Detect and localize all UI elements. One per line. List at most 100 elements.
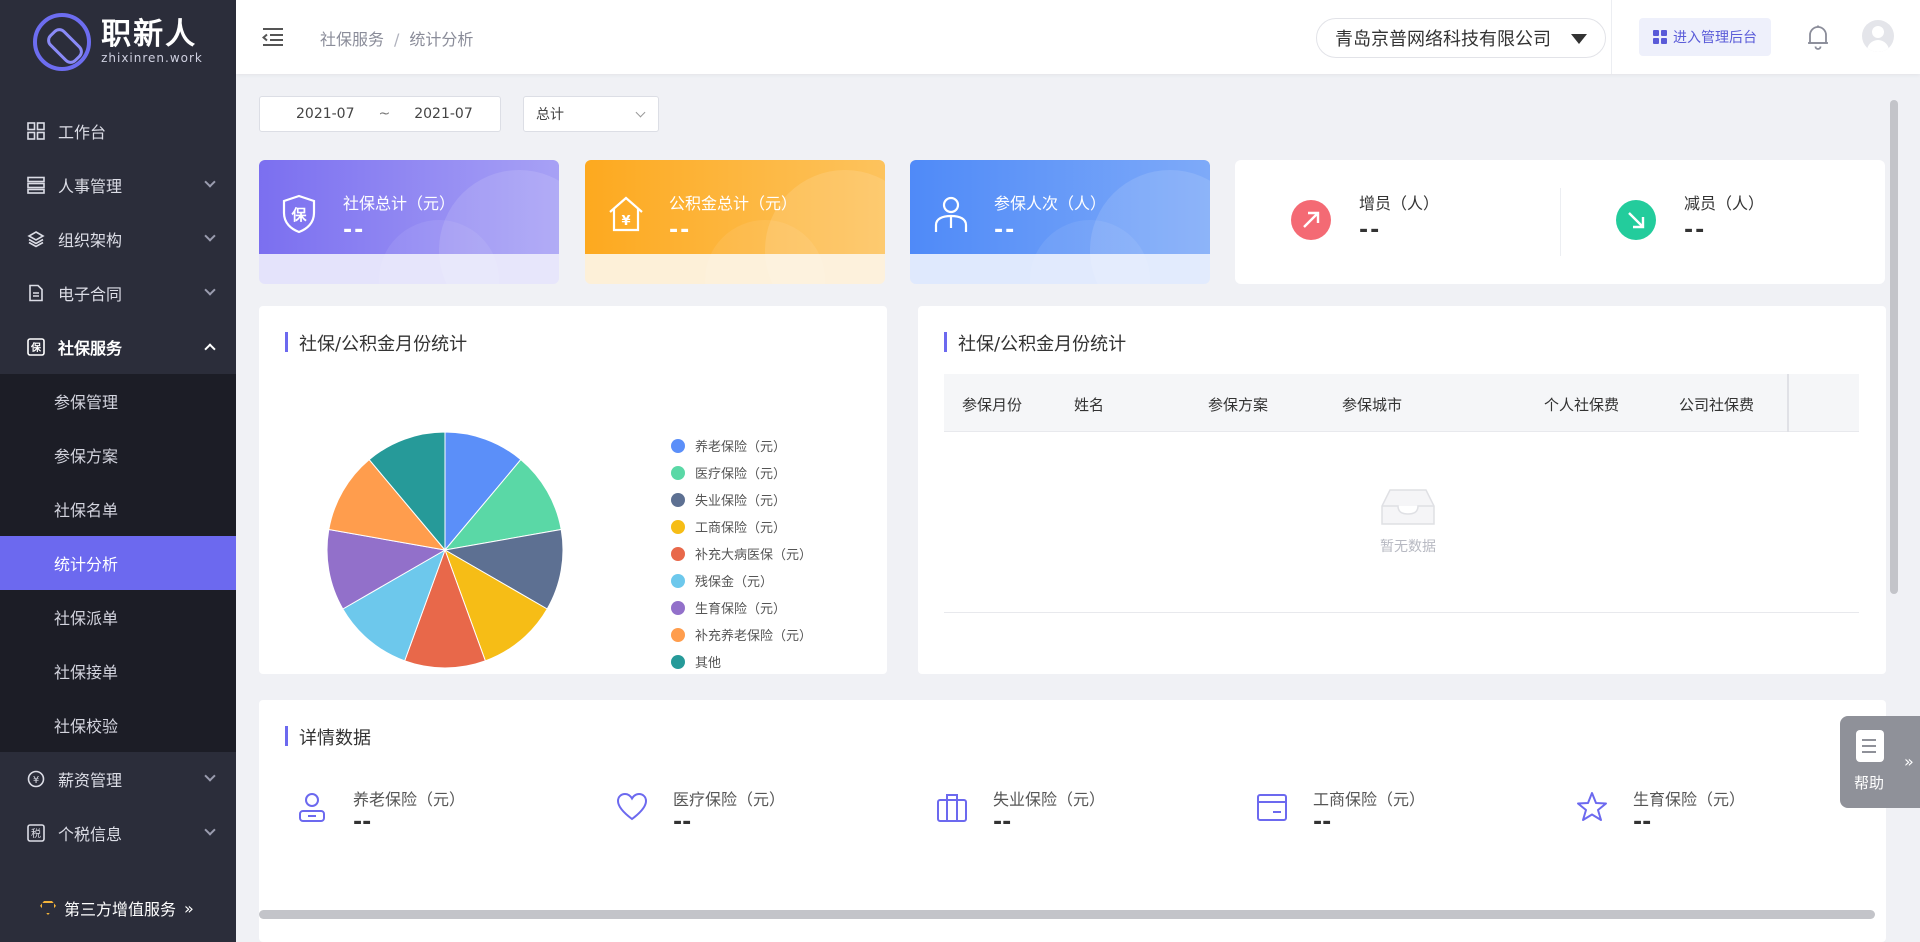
card-label: 社保总计（元） [343, 194, 456, 213]
legend-dot [671, 438, 685, 453]
chevron-down-icon [204, 284, 216, 296]
sidebar-menu: 工作台 人事管理 组织架构 电子合同 保 社保服务 参保管理 参保方案 社保名单… [0, 104, 236, 860]
document-icon [26, 283, 46, 303]
sidebar-item-organization[interactable]: 组织架构 [0, 212, 236, 266]
main-content: 2021-07 ~ 2021-07 总计 保 社保总计（元） -- ¥ 公积金总… [236, 74, 1920, 942]
submenu-item-verify[interactable]: 社保校验 [0, 698, 236, 752]
panel-title: 详情数据 [285, 724, 371, 750]
increase-section: 增员（人） -- [1235, 160, 1560, 284]
legend-item[interactable]: 养老保险（元） [671, 432, 812, 459]
menu-fold-icon[interactable] [261, 27, 284, 47]
svg-text:¥: ¥ [33, 775, 39, 786]
svg-text:保: 保 [290, 206, 307, 224]
select-value: 总计 [536, 107, 564, 123]
sidebar-item-personnel[interactable]: 人事管理 [0, 158, 236, 212]
submenu-item-plans[interactable]: 参保方案 [0, 428, 236, 482]
legend-item[interactable]: 补充养老保险（元） [671, 621, 812, 648]
legend-label: 生育保险（元） [695, 602, 787, 617]
svg-text:税: 税 [31, 827, 41, 840]
help-button[interactable]: 帮助 » [1840, 716, 1920, 808]
third-party-label: 第三方增值服务 [64, 900, 177, 919]
header-divider [1611, 0, 1612, 74]
chevron-down-icon [204, 230, 216, 242]
date-separator: ~ [378, 106, 391, 122]
panel-title: 社保/公积金月份统计 [944, 330, 1126, 356]
avatar[interactable] [1862, 20, 1894, 52]
breadcrumb-item[interactable]: 社保服务 [320, 30, 384, 49]
legend-label: 失业保险（元） [695, 494, 787, 509]
sidebar-item-label: 电子合同 [58, 285, 123, 304]
chevron-down-icon [204, 824, 216, 836]
card-value: -- [994, 218, 1017, 243]
sidebar-item-social-security[interactable]: 保 社保服务 [0, 320, 236, 374]
horizontal-scrollbar[interactable] [259, 910, 1875, 919]
legend-label: 补充大病医保（元） [695, 548, 813, 563]
summary-select[interactable]: 总计 [523, 96, 659, 132]
legend-item[interactable]: 工商保险（元） [671, 513, 812, 540]
column-header[interactable]: 公司社保费 [1679, 394, 1754, 415]
column-header[interactable]: 个人社保费 [1544, 394, 1619, 415]
sidebar-item-dashboard[interactable]: 工作台 [0, 104, 236, 158]
sidebar-item-label: 个税信息 [58, 825, 123, 844]
svg-text:保: 保 [30, 341, 42, 354]
column-header[interactable]: 参保城市 [1342, 394, 1402, 415]
sidebar-item-contract[interactable]: 电子合同 [0, 266, 236, 320]
sidebar-item-salary[interactable]: ¥ 薪资管理 [0, 752, 236, 806]
detail-value: -- [993, 810, 1012, 835]
logo-cn: 职新人 [101, 17, 198, 52]
headcount-change-card: 增员（人） -- 减员（人） -- [1235, 160, 1885, 284]
top-header: 社保服务 / 统计分析 青岛京普网络科技有限公司 进入管理后台 [236, 0, 1920, 74]
layers-icon [26, 229, 46, 249]
detail-label: 养老保险（元） [353, 790, 466, 809]
logo[interactable]: 职新人 zhixinren.work [0, 0, 236, 84]
detail-value: -- [1633, 810, 1652, 835]
monthly-stats-table-panel: 社保/公积金月份统计 参保月份 姓名 参保方案 参保城市 个人社保费 公司社保费… [918, 306, 1886, 674]
column-header[interactable]: 参保方案 [1208, 394, 1268, 415]
company-select[interactable]: 青岛京普网络科技有限公司 [1316, 18, 1606, 58]
card-icon [1255, 790, 1289, 824]
submenu-item-dispatch[interactable]: 社保派单 [0, 590, 236, 644]
detail-value: -- [1313, 810, 1332, 835]
legend-item[interactable]: 医疗保险（元） [671, 459, 812, 486]
legend-dot [671, 519, 685, 534]
column-header[interactable]: 姓名 [1074, 394, 1104, 415]
company-name: 青岛京普网络科技有限公司 [1335, 29, 1551, 50]
legend-item[interactable]: 失业保险（元） [671, 486, 812, 513]
sidebar-item-tax[interactable]: 税 个税信息 [0, 806, 236, 860]
table-bottom-border [944, 612, 1859, 613]
sidebar-item-label: 薪资管理 [58, 771, 123, 790]
social-security-icon: 保 [26, 337, 46, 357]
arrow-down-right-icon [1616, 200, 1656, 240]
legend-dot [671, 600, 685, 615]
submenu-item-enrollment[interactable]: 参保管理 [0, 374, 236, 428]
person-icon [932, 194, 968, 234]
legend-item[interactable]: 生育保险（元） [671, 594, 812, 621]
submenu-item-statistics[interactable]: 统计分析 [0, 536, 236, 590]
column-header[interactable]: 参保月份 [962, 394, 1022, 415]
submenu-item-roster[interactable]: 社保名单 [0, 482, 236, 536]
filter-bar: 2021-07 ~ 2021-07 总计 [259, 96, 659, 132]
submenu-item-receive[interactable]: 社保接单 [0, 644, 236, 698]
detail-item-medical: 医疗保险（元） -- [615, 786, 915, 835]
legend-label: 工商保险（元） [695, 521, 787, 536]
vertical-scrollbar[interactable] [1890, 100, 1898, 594]
date-end: 2021-07 [414, 106, 473, 122]
sidebar-item-label: 组织架构 [58, 231, 123, 250]
legend-label: 其他 [695, 656, 722, 671]
legend-label: 残保金（元） [695, 575, 774, 590]
legend-item[interactable]: 残保金（元） [671, 567, 812, 594]
legend-item[interactable]: 其他 [671, 648, 812, 675]
social-security-submenu: 参保管理 参保方案 社保名单 统计分析 社保派单 社保接单 社保校验 [0, 374, 236, 752]
enter-admin-button[interactable]: 进入管理后台 [1639, 18, 1771, 56]
detail-value: -- [353, 810, 372, 835]
legend-label: 医疗保险（元） [695, 467, 787, 482]
third-party-services-link[interactable]: 第三方增值服务 » [40, 896, 194, 920]
chevron-down-icon [204, 770, 216, 782]
monthly-stats-pie-panel: 社保/公积金月份统计 养老保险（元） 医疗保险（元） 失业保险（元） 工商保险（元） 补… [259, 306, 887, 674]
bell-icon[interactable] [1806, 24, 1830, 50]
date-range-picker[interactable]: 2021-07 ~ 2021-07 [259, 96, 501, 132]
legend-item[interactable]: 补充大病医保（元） [671, 540, 812, 567]
breadcrumb: 社保服务 / 统计分析 [320, 26, 473, 50]
housing-fund-total-card: ¥ 公积金总计（元） -- [585, 160, 885, 284]
empty-state: 暂无数据 [1338, 486, 1478, 556]
